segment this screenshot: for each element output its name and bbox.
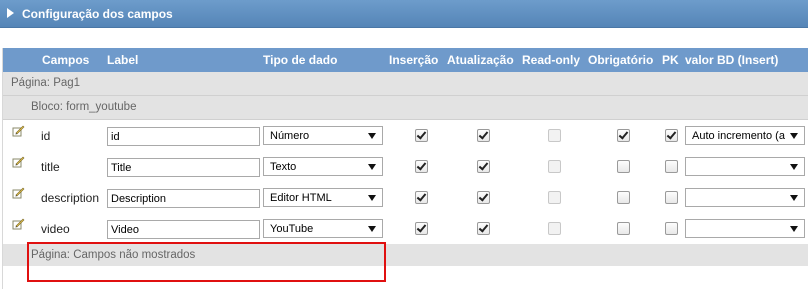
required-checkbox[interactable] bbox=[617, 160, 630, 173]
pk-checkbox[interactable] bbox=[665, 129, 678, 142]
table-row: id Número Auto incremento (a bbox=[3, 120, 808, 152]
col-obrigatorio: Obrigatório bbox=[588, 53, 654, 67]
pk-checkbox[interactable] bbox=[665, 191, 678, 204]
edit-icon[interactable] bbox=[12, 186, 25, 199]
field-name: title bbox=[41, 160, 60, 174]
label-input[interactable] bbox=[107, 220, 260, 239]
db-value-select[interactable]: Auto incremento (a bbox=[685, 126, 805, 145]
insert-checkbox[interactable] bbox=[415, 160, 428, 173]
table-row: description Editor HTML bbox=[3, 182, 808, 214]
readonly-checkbox[interactable] bbox=[548, 222, 561, 235]
group-block-label: Bloco: form_youtube bbox=[31, 101, 137, 113]
insert-checkbox[interactable] bbox=[415, 129, 428, 142]
col-pk: PK bbox=[662, 53, 679, 67]
table-header: Campos Label Tipo de dado Inserção Atual… bbox=[3, 48, 808, 72]
data-type-select[interactable]: Número bbox=[263, 126, 383, 145]
chevron-down-icon bbox=[790, 133, 798, 139]
chevron-down-icon bbox=[368, 164, 376, 170]
readonly-checkbox[interactable] bbox=[548, 160, 561, 173]
insert-checkbox[interactable] bbox=[415, 222, 428, 235]
update-checkbox[interactable] bbox=[477, 129, 490, 142]
db-value-select[interactable] bbox=[685, 188, 805, 207]
chevron-down-icon bbox=[368, 195, 376, 201]
db-value: Auto incremento (a bbox=[692, 130, 785, 142]
data-type-select[interactable]: Editor HTML bbox=[263, 188, 383, 207]
required-checkbox[interactable] bbox=[617, 222, 630, 235]
label-input[interactable] bbox=[107, 158, 260, 177]
chevron-down-icon bbox=[790, 226, 798, 232]
edit-icon[interactable] bbox=[12, 124, 25, 137]
col-label: Label bbox=[107, 53, 139, 67]
chevron-down-icon bbox=[790, 195, 798, 201]
col-campos: Campos bbox=[42, 53, 90, 67]
chevron-down-icon bbox=[790, 164, 798, 170]
col-insercao: Inserção bbox=[389, 53, 439, 67]
data-type-value: Editor HTML bbox=[270, 192, 332, 204]
col-valor-bd: valor BD (Insert) bbox=[685, 53, 779, 67]
data-type-select[interactable]: YouTube bbox=[263, 219, 383, 238]
col-atualizacao: Atualização bbox=[447, 53, 514, 67]
col-read-only: Read-only bbox=[522, 53, 581, 67]
section-title: Configuração dos campos bbox=[22, 7, 173, 21]
field-name: description bbox=[41, 191, 100, 205]
update-checkbox[interactable] bbox=[477, 191, 490, 204]
required-checkbox[interactable] bbox=[617, 129, 630, 142]
pk-checkbox[interactable] bbox=[665, 222, 678, 235]
data-type-select[interactable]: Texto bbox=[263, 157, 383, 176]
expand-arrow-icon[interactable] bbox=[7, 8, 14, 18]
field-name: id bbox=[41, 129, 51, 143]
field-name: video bbox=[41, 222, 70, 236]
col-tipo-de-dado: Tipo de dado bbox=[263, 53, 338, 67]
update-checkbox[interactable] bbox=[477, 222, 490, 235]
chevron-down-icon bbox=[368, 226, 376, 232]
label-input[interactable] bbox=[107, 189, 260, 208]
section-title-bar[interactable]: Configuração dos campos bbox=[0, 0, 808, 28]
table-row: video YouTube bbox=[3, 213, 808, 245]
group-page: Página: Pag1 bbox=[3, 72, 808, 96]
update-checkbox[interactable] bbox=[477, 160, 490, 173]
edit-icon[interactable] bbox=[12, 217, 25, 230]
data-type-value: YouTube bbox=[270, 223, 314, 235]
data-type-value: Número bbox=[270, 130, 310, 142]
db-value-select[interactable] bbox=[685, 157, 805, 176]
data-type-value: Texto bbox=[270, 161, 297, 173]
edit-icon[interactable] bbox=[12, 155, 25, 168]
db-value-select[interactable] bbox=[685, 219, 805, 238]
chevron-down-icon bbox=[368, 133, 376, 139]
pk-checkbox[interactable] bbox=[665, 160, 678, 173]
readonly-checkbox[interactable] bbox=[548, 129, 561, 142]
highlight-box bbox=[27, 242, 386, 282]
table-row: title Texto bbox=[3, 151, 808, 183]
group-block: Bloco: form_youtube bbox=[3, 96, 808, 120]
group-page-label: Página: Pag1 bbox=[11, 77, 81, 89]
required-checkbox[interactable] bbox=[617, 191, 630, 204]
label-input[interactable] bbox=[107, 127, 260, 146]
insert-checkbox[interactable] bbox=[415, 191, 428, 204]
readonly-checkbox[interactable] bbox=[548, 191, 561, 204]
